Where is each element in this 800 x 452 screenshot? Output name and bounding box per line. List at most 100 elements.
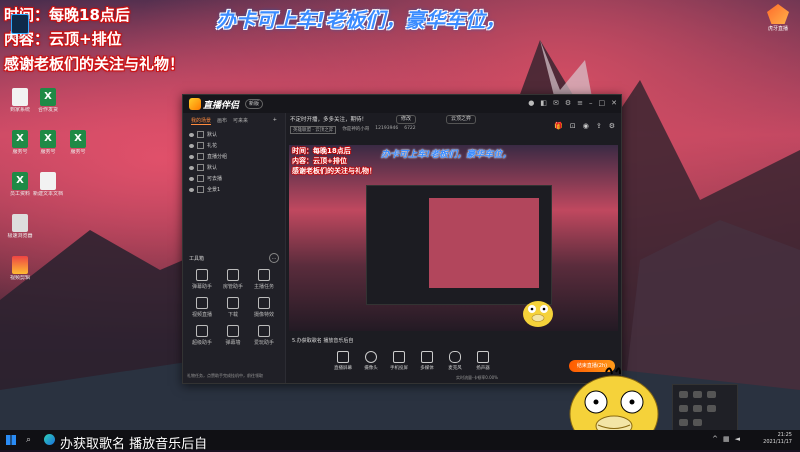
task-notice[interactable]: 礼物任务，点赞助手完成挂机中，前往领取 <box>183 369 285 383</box>
eye-icon[interactable] <box>189 132 194 137</box>
preview-overlay-thanks: 感谢老板们的关注与礼物！ <box>292 167 376 175</box>
scene-item[interactable]: 礼花 <box>183 140 285 151</box>
toolbox-title: 工具箱 <box>189 256 205 262</box>
scene-item[interactable]: 可去播 <box>183 173 285 184</box>
skin-icon[interactable]: ◧ <box>540 99 547 108</box>
multimedia-button[interactable]: 多媒体 <box>414 351 440 371</box>
tab-my-scenes[interactable]: 我的场景 <box>191 117 212 125</box>
lock-icon[interactable]: ⊡ <box>570 122 576 130</box>
message-icon[interactable]: ✉ <box>553 99 559 108</box>
windows-start-icon[interactable] <box>6 435 16 445</box>
eye-icon[interactable] <box>189 154 194 159</box>
tool-super-helper[interactable]: 超级助手 <box>187 325 217 346</box>
speaker-button[interactable]: 扬声器 <box>470 351 496 371</box>
desktop-icon-photoshop[interactable]: Photosh... <box>2 14 38 41</box>
search-icon[interactable]: ⌕ <box>26 433 40 447</box>
lock-icon[interactable] <box>197 142 204 149</box>
scene-item[interactable]: 默认 <box>183 162 285 173</box>
effects-icon <box>258 297 270 309</box>
desktop-icon-video[interactable]: 视频剪辑 <box>2 256 38 281</box>
tool-camera-effects[interactable]: 摄像特效 <box>249 297 279 318</box>
more-tools-icon[interactable]: … <box>269 253 279 263</box>
eye-icon[interactable] <box>189 176 194 181</box>
tool-download[interactable]: 下载 <box>218 297 248 318</box>
close-icon[interactable]: ✕ <box>611 99 617 108</box>
screen-capture-button[interactable]: 直播屏幕 <box>330 351 356 371</box>
eye-icon[interactable] <box>189 143 194 148</box>
tool-danmaku-wall[interactable]: 弹幕墙 <box>218 325 248 346</box>
settings-icon[interactable]: ⚙ <box>609 122 615 130</box>
tray-app-icon[interactable] <box>707 391 716 398</box>
desktop-icon-textdoc[interactable]: 新建文本文档 <box>30 172 66 197</box>
gift-icon[interactable]: 🎁 <box>554 122 563 130</box>
desktop-icon-browser[interactable]: 极速浏览器 <box>2 214 38 239</box>
tray-overflow-panel <box>672 384 738 434</box>
lock-icon[interactable] <box>197 153 204 160</box>
preview-nested-window <box>366 185 552 305</box>
helper-icon <box>196 325 208 337</box>
scene-item[interactable]: 直播分组 <box>183 151 285 162</box>
tab-canvas[interactable]: 画布 <box>217 117 227 125</box>
tool-danmaku-helper[interactable]: 弹幕助手 <box>187 269 217 290</box>
add-scene-icon[interactable]: + <box>273 117 277 125</box>
current-source-name: 5.办获取歌名 播放音乐后自 <box>292 338 354 344</box>
version-badge[interactable]: 新版 <box>245 99 264 109</box>
lock-icon[interactable] <box>197 164 204 171</box>
overlay-banner: 办卡可上车!老板们，豪华车位， <box>216 8 506 32</box>
tool-room-admin[interactable]: 房管助手 <box>218 269 248 290</box>
menu-icon[interactable]: ≡ <box>577 99 583 108</box>
room-meta: 英雄联盟 · 云顶之弈 你是神的小哥 12193946 6722 <box>290 126 416 134</box>
tab-other[interactable]: 可来来 <box>233 117 248 125</box>
record-icon[interactable]: ◉ <box>583 122 589 130</box>
preview-nested-canvas <box>429 198 539 288</box>
share-icon[interactable]: ⇪ <box>596 122 602 130</box>
edit-button[interactable]: 修改 <box>396 115 417 124</box>
tool-host-task[interactable]: 主播任务 <box>249 269 279 290</box>
browser-icon <box>12 214 28 232</box>
chevron-up-icon[interactable]: ^ <box>712 435 718 443</box>
shield-icon <box>227 269 239 281</box>
network-icon[interactable]: ▦ <box>723 435 730 443</box>
category-button[interactable]: 云顶之弈 <box>446 115 477 124</box>
scrolling-ticker: 办获取歌名 播放音乐后自 <box>60 437 208 452</box>
scene-item[interactable]: 默认 <box>183 129 285 140</box>
system-clock[interactable]: 21:25 2021/11/17 <box>763 432 792 446</box>
desktop-icon-xls1[interactable]: X 合作发货 <box>30 88 66 113</box>
maximize-icon[interactable]: □ <box>599 99 606 108</box>
tray-app-icon[interactable] <box>693 391 702 398</box>
photoshop-icon <box>11 14 29 34</box>
overlay-thanks: 感谢老板们的关注与礼物！ <box>4 55 185 73</box>
volume-icon[interactable]: ◄ <box>735 435 740 443</box>
lock-icon[interactable] <box>197 175 204 182</box>
huya-desktop-shortcut[interactable]: 虎牙直播 <box>762 4 794 32</box>
camera-button[interactable]: 摄像头 <box>358 351 384 371</box>
avatar-icon[interactable]: ● <box>528 99 534 108</box>
excel-icon: X <box>12 172 28 190</box>
tool-play-helper[interactable]: 爱玩助手 <box>249 325 279 346</box>
tray-app-icon[interactable] <box>679 405 688 412</box>
eye-icon[interactable] <box>189 187 194 192</box>
microphone-icon <box>449 351 461 363</box>
room-announcement: 不定时开播，多多关注，期待！ <box>290 117 368 123</box>
camera-icon <box>365 351 377 363</box>
desktop-icon-xls4[interactable]: X 服务号 <box>60 130 96 155</box>
tray-app-icon[interactable] <box>679 419 688 426</box>
tray-app-icon[interactable] <box>679 391 688 398</box>
lock-icon[interactable] <box>197 131 204 138</box>
tool-video-live[interactable]: 视频直播 <box>187 297 217 318</box>
stream-preview[interactable]: 时间：每晚18点后 内容：云顶+排位 感谢老板们的关注与礼物！ 办卡可上车!老板… <box>289 145 618 331</box>
speaker-icon <box>477 351 489 363</box>
scene-item[interactable]: 全景1 <box>183 184 285 195</box>
tray-app-icon[interactable] <box>693 419 702 426</box>
lock-icon[interactable] <box>197 186 204 193</box>
tray-app-icon[interactable] <box>693 405 702 412</box>
eye-icon[interactable] <box>189 165 194 170</box>
phone-cast-button[interactable]: 手机投屏 <box>386 351 412 371</box>
microphone-button[interactable]: 麦克风 <box>442 351 468 371</box>
app-name: 直播伴侣 <box>203 101 240 111</box>
minimize-icon[interactable]: – <box>589 99 593 108</box>
edge-browser-icon[interactable] <box>44 434 55 445</box>
tray-app-icon[interactable] <box>707 405 716 412</box>
preview-overlay-content: 内容：云顶+排位 <box>292 157 347 165</box>
settings-icon[interactable]: ⚙ <box>565 99 571 108</box>
